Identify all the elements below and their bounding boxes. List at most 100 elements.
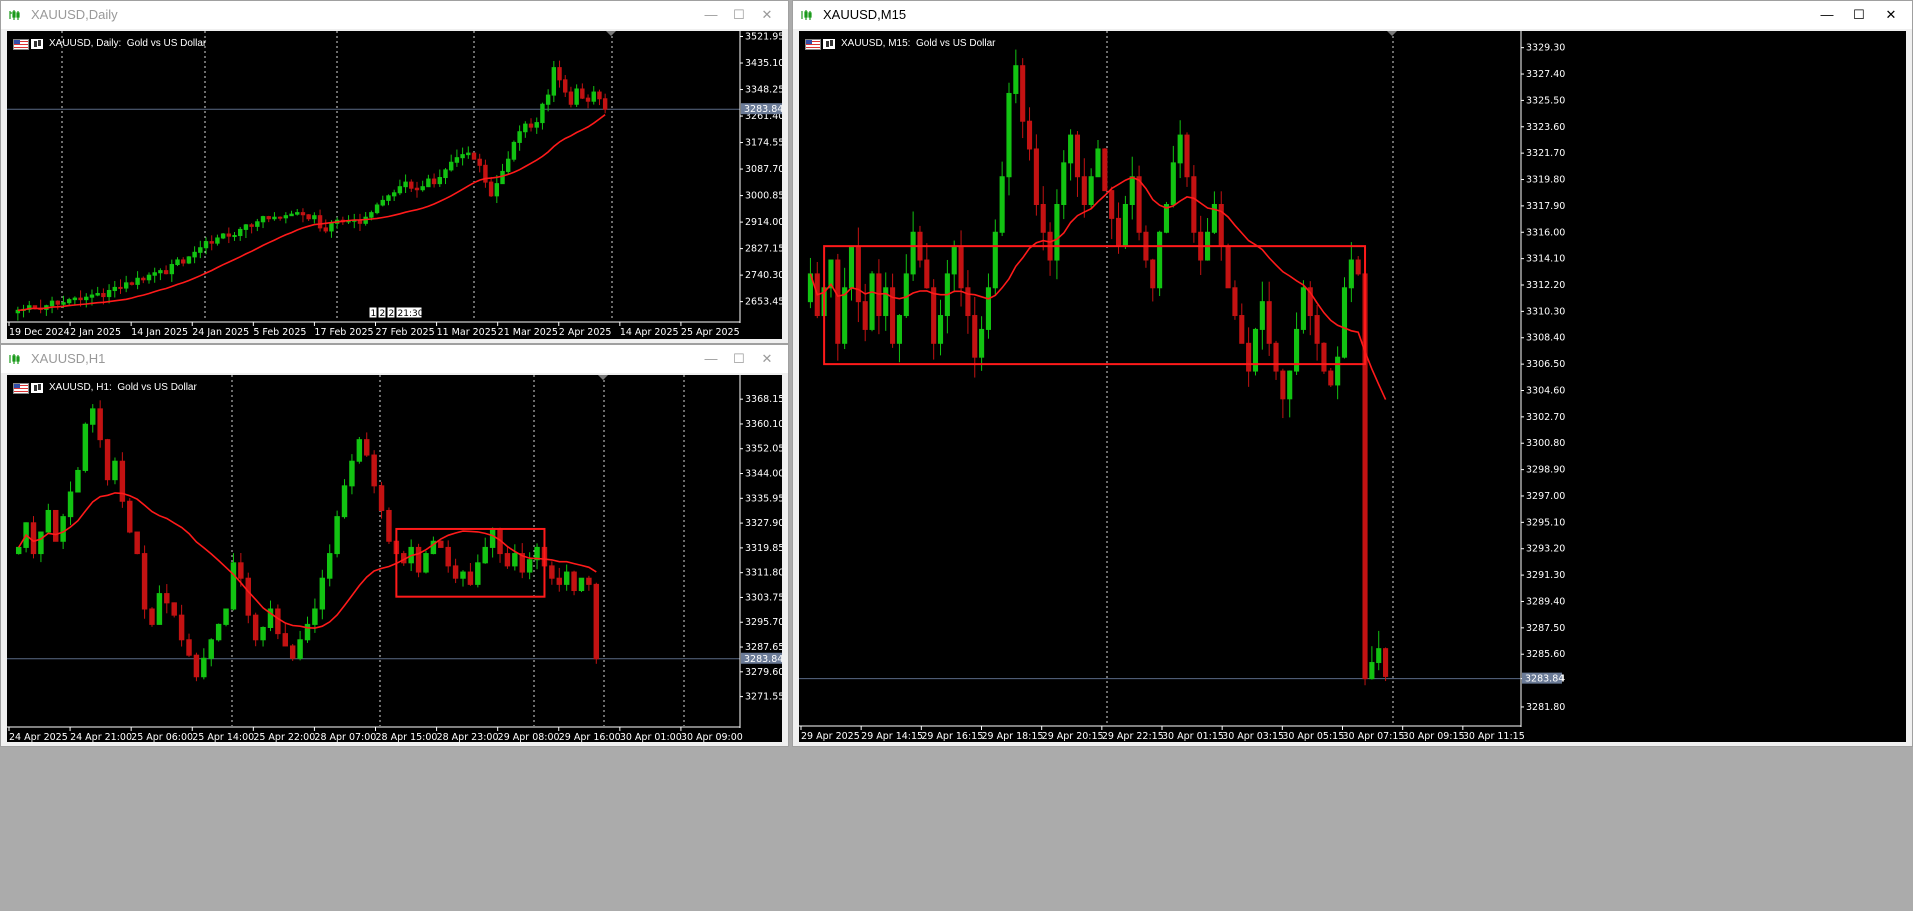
countdown-label: 21:30 bbox=[398, 309, 424, 319]
candle-body bbox=[1150, 259, 1156, 289]
maximize-button[interactable]: ☐ bbox=[726, 6, 752, 24]
time-tick-label: 5 Feb 2025 bbox=[253, 327, 306, 338]
candle-body bbox=[528, 123, 534, 128]
candle-body bbox=[180, 259, 186, 264]
candle-body bbox=[415, 546, 422, 573]
candle-body bbox=[152, 272, 157, 276]
bid-price-label: 3283.84 bbox=[1525, 674, 1564, 685]
close-button[interactable]: ✕ bbox=[754, 350, 780, 368]
candle-body bbox=[129, 282, 135, 285]
time-tick-label: 29 Apr 2025 bbox=[801, 731, 860, 742]
candle-body bbox=[356, 439, 363, 462]
candle-body bbox=[245, 577, 251, 616]
price-tick-label: 3321.70 bbox=[1526, 148, 1565, 159]
candle-body bbox=[349, 460, 355, 487]
candle-body bbox=[534, 122, 539, 128]
candle-body bbox=[557, 67, 562, 81]
candle-body bbox=[979, 328, 985, 358]
close-button[interactable]: ✕ bbox=[754, 6, 780, 24]
candle-body bbox=[266, 216, 271, 220]
candle-body bbox=[326, 553, 333, 579]
price-tick-label: 3298.90 bbox=[1526, 465, 1565, 476]
minimize-button[interactable]: — bbox=[1814, 6, 1840, 24]
candle-body bbox=[1068, 134, 1074, 164]
candle-body bbox=[260, 216, 266, 223]
candle-body bbox=[1273, 342, 1279, 372]
candle-body bbox=[1266, 301, 1272, 344]
bid-price-label: 3283.84 bbox=[744, 654, 782, 665]
minimize-button[interactable]: — bbox=[698, 6, 724, 24]
window-daily[interactable]: XAUUSD,Daily — ☐ ✕ XAUUSD, Daily: Gold v… bbox=[0, 0, 789, 344]
candle-body bbox=[201, 657, 207, 678]
candle-body bbox=[369, 212, 374, 218]
candle-body bbox=[471, 152, 477, 160]
close-button[interactable]: ✕ bbox=[1878, 6, 1904, 24]
chart-shift-marker bbox=[598, 375, 608, 380]
candle-body bbox=[1232, 287, 1238, 317]
candle-body bbox=[848, 245, 855, 289]
candle-body bbox=[158, 270, 163, 274]
candle-body bbox=[95, 293, 100, 296]
titlebar-m15[interactable]: XAUUSD,M15 — ☐ ✕ bbox=[793, 1, 1912, 29]
time-tick-label: 24 Apr 2025 bbox=[9, 732, 68, 742]
price-tick-label: 2827.15 bbox=[745, 244, 782, 255]
maximize-button[interactable]: ☐ bbox=[1846, 6, 1872, 24]
chart-window-icon bbox=[801, 10, 812, 20]
candle-body bbox=[420, 186, 425, 191]
candle-body bbox=[475, 562, 481, 585]
candle-body bbox=[1239, 315, 1245, 344]
candle-body bbox=[1122, 204, 1128, 247]
candle-body bbox=[49, 300, 55, 307]
chart-area-m15[interactable]: XAUUSD, M15: Gold vs US Dollar 3329.30 33… bbox=[799, 31, 1906, 742]
candle-body bbox=[275, 608, 281, 635]
candle-body bbox=[112, 460, 118, 481]
candle-body bbox=[1157, 231, 1163, 289]
candle-body bbox=[951, 245, 957, 275]
price-chart-h1[interactable]: 3368.15 3360.10 3352.05 3344.00 3335.95 3327.… bbox=[7, 375, 782, 742]
candle-body bbox=[75, 469, 81, 493]
candle-body bbox=[371, 454, 377, 487]
window-h1[interactable]: XAUUSD,H1 — ☐ ✕ XAUUSD, H1: Gold vs US D… bbox=[0, 344, 789, 747]
price-chart-daily[interactable]: 3521.953435.103348.253261.403174.553087.… bbox=[7, 31, 782, 339]
chart-area-daily[interactable]: XAUUSD, Daily: Gold vs US Dollar 3521.95… bbox=[7, 31, 782, 339]
candle-body bbox=[597, 91, 602, 100]
price-tick-label: 3319.80 bbox=[1526, 175, 1565, 186]
candle-body bbox=[1300, 287, 1306, 330]
candle-body bbox=[489, 528, 496, 548]
price-chart-m15[interactable]: 3329.30 3327.40 3325.50 3323.60 3321.70 3319.… bbox=[799, 31, 1906, 742]
window-m15[interactable]: XAUUSD,M15 — ☐ ✕ XAUUSD, M15: Gold vs US… bbox=[792, 0, 1913, 747]
candle-body bbox=[1341, 287, 1348, 358]
candle-body bbox=[523, 123, 528, 133]
candle-body bbox=[186, 256, 192, 264]
maximize-button[interactable]: ☐ bbox=[726, 350, 752, 368]
candle-body bbox=[972, 315, 978, 358]
candle-body bbox=[924, 259, 930, 289]
candle-body bbox=[1369, 662, 1375, 680]
time-tick-label: 14 Jan 2025 bbox=[131, 327, 188, 338]
chart-window-icon bbox=[9, 10, 20, 20]
time-tick-label: 30 Apr 03:15 bbox=[1222, 731, 1284, 742]
chart-shift-marker bbox=[606, 31, 616, 36]
countdown-label: 1 bbox=[371, 309, 377, 319]
candle-body bbox=[896, 315, 902, 344]
countdown-label: 2 bbox=[389, 309, 395, 319]
time-tick-label: 24 Apr 21:00 bbox=[70, 732, 132, 742]
time-tick-label: 17 Feb 2025 bbox=[314, 327, 373, 338]
candle-body bbox=[992, 231, 998, 289]
candle-body bbox=[193, 654, 200, 678]
candle-body bbox=[835, 259, 841, 344]
chart-area-h1[interactable]: XAUUSD, H1: Gold vs US Dollar 3368.15 336… bbox=[7, 375, 782, 742]
candle-body bbox=[448, 161, 454, 171]
price-tick-label: 3327.90 bbox=[745, 518, 782, 529]
candle-body bbox=[1020, 65, 1026, 122]
candle-body bbox=[255, 221, 260, 227]
titlebar-h1[interactable]: XAUUSD,H1 — ☐ ✕ bbox=[1, 345, 788, 373]
minimize-button[interactable]: — bbox=[698, 350, 724, 368]
candle-body bbox=[146, 274, 152, 281]
candle-body bbox=[289, 645, 296, 659]
candle-body bbox=[438, 540, 444, 548]
candle-body bbox=[578, 577, 585, 592]
candle-body bbox=[1095, 148, 1101, 178]
titlebar-daily[interactable]: XAUUSD,Daily — ☐ ✕ bbox=[1, 1, 788, 29]
candle-body bbox=[141, 277, 146, 281]
